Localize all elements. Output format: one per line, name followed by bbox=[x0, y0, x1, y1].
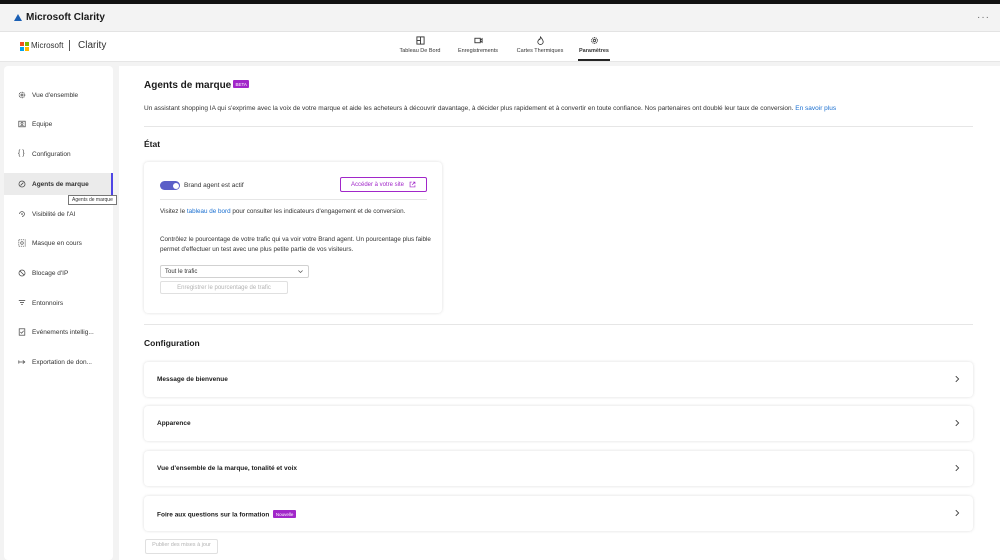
sidebar-item-label: Configuration bbox=[32, 150, 71, 158]
config-row-label: Message de bienvenue bbox=[157, 376, 228, 383]
page-title: Agents de marque bbox=[144, 80, 232, 91]
sidebar-item-ip-blocking[interactable]: Blocage d'IP bbox=[4, 262, 113, 284]
sidebar-item-label: Exportation de don... bbox=[32, 358, 92, 366]
sidebar-item-smart-events[interactable]: Événements intellig... bbox=[4, 321, 113, 343]
sidebar-item-label: Vue d'ensemble bbox=[32, 91, 79, 99]
chevron-right-icon bbox=[955, 509, 960, 517]
tab-dashboard[interactable]: Tableau De Bord bbox=[397, 36, 443, 62]
external-link-icon bbox=[409, 181, 416, 188]
funnel-icon bbox=[18, 300, 26, 305]
sidebar-item-label: Entonnoirs bbox=[32, 299, 64, 307]
publish-updates-button[interactable]: Publier des mises à jour bbox=[145, 539, 218, 554]
config-row-brand-overview[interactable]: Vue d'ensemble de la marque, tonalité et… bbox=[144, 451, 973, 486]
configuration-heading: Configuration bbox=[144, 338, 200, 348]
tab-label: Paramètres bbox=[579, 48, 609, 54]
section-divider bbox=[144, 324, 973, 325]
traffic-paragraph: Contrôlez le pourcentage de votre trafic… bbox=[160, 236, 431, 253]
sidebar-item-label: Blocage d'IP bbox=[32, 269, 69, 277]
traffic-select[interactable]: Tout le trafic bbox=[160, 265, 309, 278]
brand-name: Microsoft bbox=[31, 41, 64, 50]
chevron-down-icon bbox=[298, 270, 303, 274]
brand-agent-toggle[interactable] bbox=[160, 181, 180, 190]
brand-divider bbox=[69, 40, 70, 51]
settings-icon bbox=[18, 91, 26, 99]
visit-pre-text: Visitez le bbox=[160, 208, 186, 215]
tab-label: Enregistrements bbox=[457, 48, 499, 54]
tab-settings[interactable]: Paramètres bbox=[578, 36, 610, 62]
sidebar-item-label: Événements intellig... bbox=[32, 328, 94, 336]
config-row-appearance[interactable]: Apparence bbox=[144, 406, 973, 441]
chevron-right-icon bbox=[955, 375, 960, 383]
config-row-faq-training[interactable]: Foire aux questions sur la formation Nouv… bbox=[144, 496, 973, 531]
dashboard-paragraph: Visitez le tableau de bord pour consulte… bbox=[160, 207, 432, 217]
microsoft-logo-icon bbox=[20, 42, 29, 51]
traffic-select-value: Tout le trafic bbox=[165, 268, 198, 275]
export-icon bbox=[18, 360, 26, 364]
flame-icon bbox=[536, 36, 544, 45]
sidebar-item-brand-agents[interactable]: Agents de marque bbox=[4, 173, 113, 195]
config-row-label-text: Foire aux questions sur la formation bbox=[157, 511, 270, 519]
config-row-label: Apparence bbox=[157, 420, 191, 427]
sidebar-item-team[interactable]: Équipe bbox=[4, 113, 113, 135]
window-title: Microsoft Clarity bbox=[26, 12, 105, 23]
ai-visibility-icon bbox=[19, 211, 25, 217]
sidebar-item-masking[interactable]: Masque en cours bbox=[4, 232, 113, 254]
visit-site-label: Accéder à votre site bbox=[350, 181, 405, 188]
sidebar-item-label: Masque en cours bbox=[32, 239, 82, 247]
sidebar-item-configuration[interactable]: { } Configuration bbox=[4, 143, 113, 165]
title-bar: Microsoft Clarity ··· bbox=[0, 4, 1000, 32]
sidebar-item-funnels[interactable]: Entonnoirs bbox=[4, 292, 113, 314]
tab-recordings[interactable]: Enregistrements bbox=[456, 36, 500, 62]
description-text: Un assistant shopping IA qui s'exprime a… bbox=[144, 105, 794, 112]
more-dots-icon[interactable]: ··· bbox=[977, 12, 990, 23]
chevron-right-icon bbox=[955, 464, 960, 472]
state-heading: État bbox=[144, 139, 161, 149]
config-row-welcome-message[interactable]: Message de bienvenue bbox=[144, 362, 973, 397]
braces-icon: { } bbox=[18, 150, 25, 157]
sidebar-item-data-export[interactable]: Exportation de don... bbox=[4, 351, 113, 373]
dashboard-icon bbox=[415, 36, 425, 45]
sidebar-item-ai-visibility[interactable]: Visibilité de l'AI bbox=[4, 203, 113, 225]
sidebar-item-overview[interactable]: Vue d'ensemble bbox=[4, 84, 113, 106]
gear-icon bbox=[590, 37, 598, 44]
sidebar-item-label: Équipe bbox=[32, 120, 53, 128]
save-traffic-button[interactable]: Enregistrer le pourcentage de trafic bbox=[160, 281, 288, 294]
section-divider bbox=[144, 126, 973, 127]
learn-more-link[interactable]: En savoir plus bbox=[795, 105, 836, 112]
tab-label: Cartes Thermiques bbox=[516, 48, 564, 54]
card-divider bbox=[160, 199, 427, 200]
visit-post-text: pour consulter les indicateurs d'engagem… bbox=[232, 208, 406, 215]
config-row-label: Vue d'ensemble de la marque, tonalité et… bbox=[157, 465, 298, 472]
mask-icon bbox=[18, 239, 26, 247]
main-content: Agents de marque BETA Un assistant shopp… bbox=[119, 66, 1000, 560]
team-icon bbox=[18, 120, 26, 128]
sidebar: Vue d'ensemble Équipe { } Configuration … bbox=[4, 66, 113, 560]
dashboard-link[interactable]: tableau de bord bbox=[187, 208, 231, 215]
sidebar-item-label: Agents de marque bbox=[32, 180, 89, 188]
product-name[interactable]: Clarity bbox=[78, 40, 106, 51]
brand-agent-icon bbox=[18, 180, 26, 188]
config-row-label: Foire aux questions sur la formation Nouv… bbox=[157, 510, 296, 519]
top-header: Microsoft Clarity Tableau De Bord Enregi… bbox=[0, 32, 1000, 62]
tab-label: Tableau De Bord bbox=[399, 48, 441, 54]
sidebar-tooltip: Agents de marque bbox=[68, 195, 117, 205]
sidebar-item-label: Visibilité de l'AI bbox=[32, 210, 76, 218]
toggle-label: Brand agent est actif bbox=[184, 182, 244, 189]
page-description: Un assistant shopping IA qui s'exprime a… bbox=[144, 105, 836, 112]
video-icon bbox=[473, 37, 483, 44]
tab-heatmaps[interactable]: Cartes Thermiques bbox=[514, 36, 566, 62]
clarity-logo-icon bbox=[14, 14, 22, 21]
state-card: Brand agent est actif Accéder à votre si… bbox=[144, 162, 442, 313]
chevron-right-icon bbox=[955, 419, 960, 427]
smart-events-icon bbox=[18, 328, 26, 336]
ip-block-icon bbox=[18, 269, 26, 277]
beta-badge: BETA bbox=[233, 80, 250, 88]
visit-site-button[interactable]: Accéder à votre site bbox=[340, 177, 427, 192]
new-badge: Nouvelle bbox=[273, 510, 296, 518]
